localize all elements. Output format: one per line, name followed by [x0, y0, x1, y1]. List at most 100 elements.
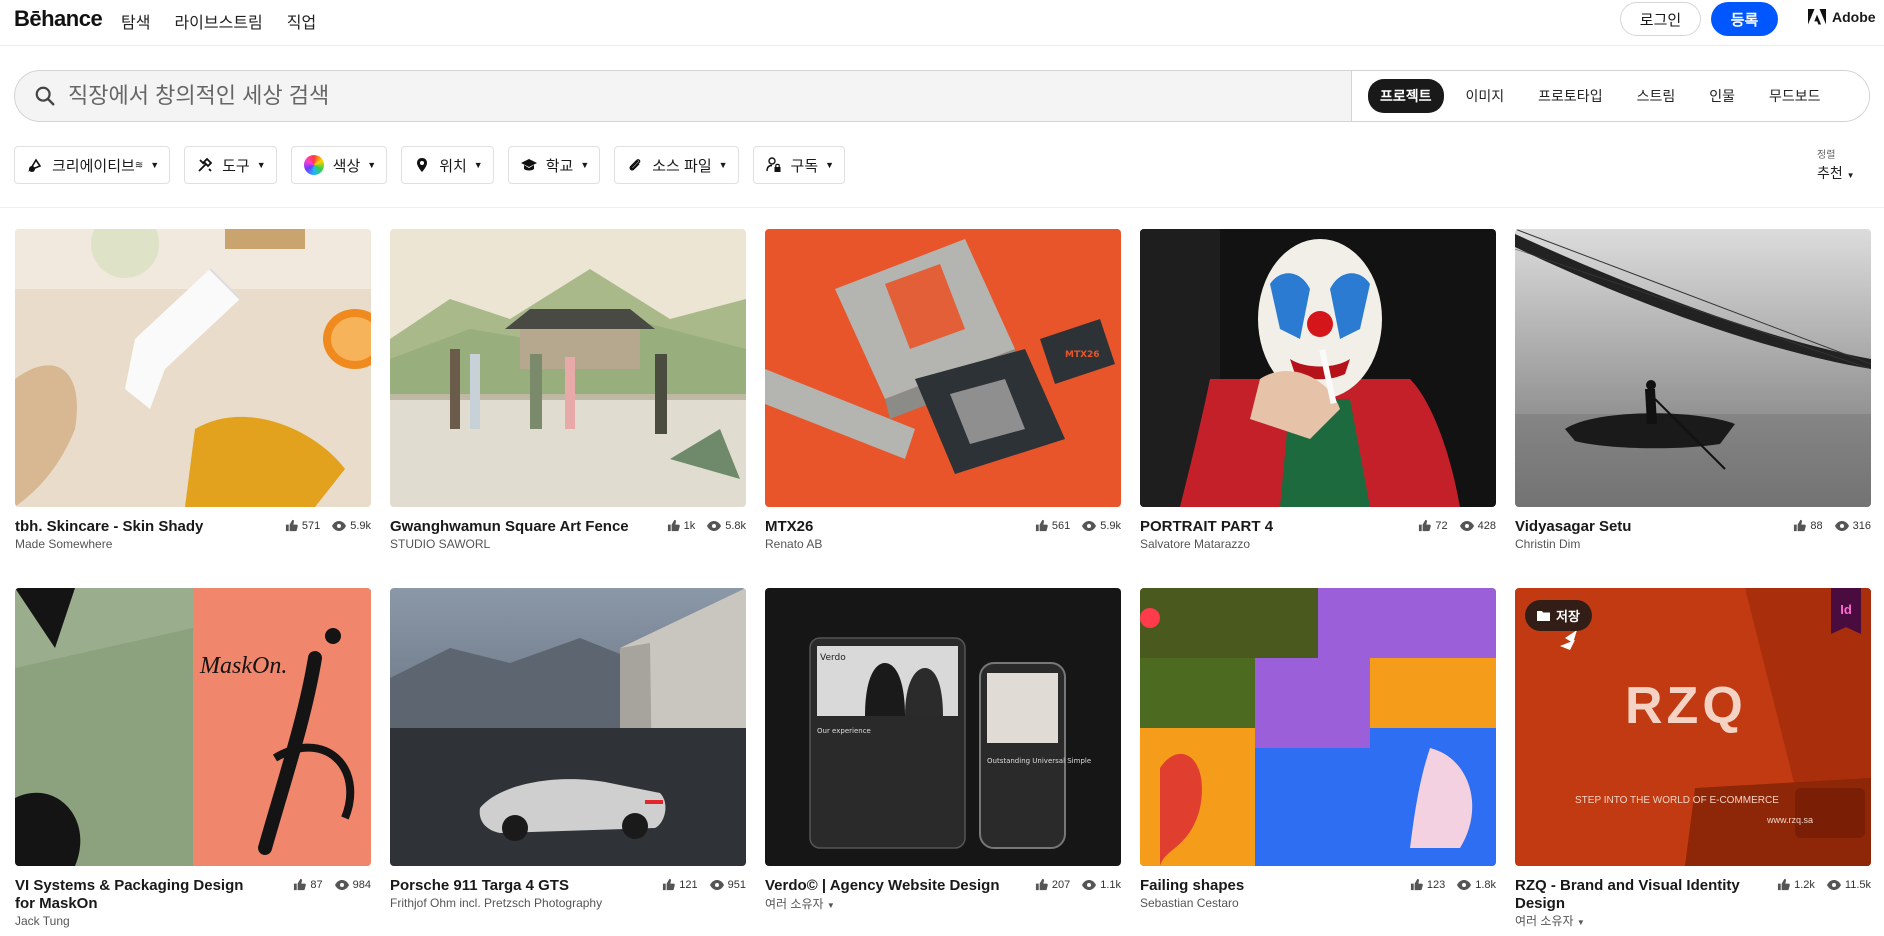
- filter-school[interactable]: 학교 ▼: [507, 146, 601, 184]
- thumbnail-image: MTX26: [765, 229, 1121, 507]
- project-owner[interactable]: Christin Dim: [1515, 537, 1580, 551]
- views-stat: 5.8k: [707, 520, 746, 532]
- tab-moodboards[interactable]: 무드보드: [1757, 79, 1833, 113]
- project-card[interactable]: Gwanghwamun Square Art Fence STUDIO SAWO…: [390, 229, 746, 551]
- project-card[interactable]: Porsche 911 Targa 4 GTS Frithjof Ohm inc…: [390, 588, 746, 910]
- likes-stat: 1.2k: [1777, 878, 1815, 891]
- project-card[interactable]: MTX26 MTX26 Renato AB 561 5.9k: [765, 229, 1121, 551]
- eye-icon: [1459, 520, 1474, 531]
- signup-button[interactable]: 등록: [1711, 2, 1778, 36]
- nav-jobs[interactable]: 직업: [287, 9, 316, 33]
- nav-explore[interactable]: 탐색: [121, 9, 150, 33]
- project-thumbnail[interactable]: [15, 229, 371, 507]
- project-title[interactable]: Verdo© | Agency Website Design: [765, 877, 1015, 895]
- project-title[interactable]: Vidyasagar Setu: [1515, 518, 1765, 536]
- project-thumbnail[interactable]: [390, 588, 746, 866]
- save-button[interactable]: 저장: [1525, 600, 1592, 631]
- project-title[interactable]: RZQ - Brand and Visual Identity Design: [1515, 877, 1765, 913]
- project-thumbnail[interactable]: MaskOn.: [15, 588, 371, 866]
- project-card[interactable]: tbh. Skincare - Skin Shady Made Somewher…: [15, 229, 371, 551]
- thumbs-up-icon: [285, 519, 298, 532]
- filter-school-label: 학교: [545, 157, 574, 175]
- likes-count: 72: [1435, 519, 1448, 532]
- eye-icon: [332, 520, 347, 531]
- project-thumbnail[interactable]: [1140, 229, 1496, 507]
- likes-count: 87: [310, 878, 323, 891]
- likes-stat: 88: [1793, 519, 1823, 532]
- filter-color[interactable]: 색상 ▼: [290, 146, 388, 184]
- project-owner[interactable]: STUDIO SAWORL: [390, 537, 490, 551]
- tab-images[interactable]: 이미지: [1454, 79, 1517, 113]
- project-card[interactable]: MaskOn. VI Systems & Packaging Design fo…: [15, 588, 371, 928]
- project-owner[interactable]: Made Somewhere: [15, 537, 112, 551]
- project-card[interactable]: PORTRAIT PART 4 Salvatore Matarazzo 72 4…: [1140, 229, 1496, 551]
- filter-source-files[interactable]: 소스 파일 ▼: [614, 146, 739, 184]
- project-title[interactable]: Gwanghwamun Square Art Fence: [390, 518, 640, 536]
- thumbs-up-icon: [294, 878, 307, 891]
- nav-livestream[interactable]: 라이브스트림: [174, 9, 262, 33]
- project-title[interactable]: Failing shapes: [1140, 877, 1390, 895]
- owner-label: 여러 소유자: [1515, 914, 1574, 928]
- project-thumbnail[interactable]: RZQ STEP INTO THE WORLD OF E-COMMERCE ww…: [1515, 588, 1871, 866]
- tab-people[interactable]: 인물: [1697, 79, 1747, 113]
- project-thumbnail[interactable]: [1140, 588, 1496, 866]
- thumbs-up-icon: [1035, 878, 1048, 891]
- person-lock-icon: [765, 157, 781, 172]
- project-title[interactable]: VI Systems & Packaging Design for MaskOn: [15, 877, 265, 913]
- project-thumbnail[interactable]: MTX26: [765, 229, 1121, 507]
- main-nav: 탐색 라이브스트림 직업: [121, 9, 316, 33]
- project-title[interactable]: Porsche 911 Targa 4 GTS: [390, 877, 640, 895]
- login-button[interactable]: 로그인: [1620, 2, 1701, 36]
- project-owner[interactable]: Salvatore Matarazzo: [1140, 537, 1250, 551]
- adobe-label: Adobe: [1832, 9, 1876, 25]
- eye-icon: [1457, 879, 1472, 890]
- adobe-link[interactable]: Adobe: [1808, 9, 1876, 25]
- chevron-down-icon: ▼: [473, 160, 483, 170]
- mtx-box-label: MTX26: [1065, 350, 1100, 360]
- views-count: 1.8k: [1475, 878, 1496, 891]
- chevron-down-icon: ▼: [826, 901, 835, 910]
- filter-subscription[interactable]: 구독 ▼: [752, 146, 846, 184]
- project-title[interactable]: MTX26: [765, 518, 1015, 536]
- project-thumbnail[interactable]: [1515, 229, 1871, 507]
- sort-dropdown[interactable]: 정렬 추천 ▼: [1817, 146, 1855, 183]
- project-owner[interactable]: Renato AB: [765, 537, 822, 551]
- project-owner[interactable]: Jack Tung: [15, 914, 70, 928]
- project-card[interactable]: Vidyasagar Setu Christin Dim 88 316: [1515, 229, 1871, 551]
- project-meta: tbh. Skincare - Skin Shady Made Somewher…: [15, 507, 371, 551]
- project-title[interactable]: PORTRAIT PART 4: [1140, 518, 1390, 536]
- project-stats: 561 5.9k: [1035, 519, 1121, 532]
- project-owner-multiple[interactable]: 여러 소유자 ▼: [1515, 912, 1585, 929]
- eye-icon: [1834, 520, 1849, 531]
- chevron-down-icon: ▼: [367, 160, 377, 170]
- behance-logo[interactable]: Bēhance: [14, 6, 103, 32]
- project-title[interactable]: tbh. Skincare - Skin Shady: [15, 518, 265, 536]
- project-owner-multiple[interactable]: 여러 소유자 ▼: [765, 895, 835, 912]
- owner-label: 여러 소유자: [765, 897, 824, 911]
- filter-creative-fields[interactable]: 크리에이티브 ≋ ▼: [14, 146, 171, 184]
- tab-prototypes[interactable]: 프로토타입: [1526, 79, 1614, 113]
- likes-stat: 72: [1418, 519, 1448, 532]
- project-card[interactable]: Verdo Our experience Outstanding Univers…: [765, 588, 1121, 911]
- views-count: 5.8k: [725, 519, 746, 532]
- thumbs-up-icon: [1794, 519, 1807, 532]
- project-card[interactable]: Failing shapes Sebastian Cestaro 123 1.8…: [1140, 588, 1496, 910]
- tab-projects[interactable]: 프로젝트: [1368, 79, 1444, 113]
- filter-location[interactable]: 위치 ▼: [401, 146, 494, 184]
- rzq-logo: RZQ: [1625, 677, 1747, 735]
- project-owner[interactable]: Sebastian Cestaro: [1140, 896, 1239, 910]
- likes-count: 1.2k: [1794, 878, 1815, 891]
- project-meta: MTX26 Renato AB 561 5.9k: [765, 507, 1121, 551]
- tools-icon: [198, 157, 213, 172]
- project-card[interactable]: RZQ STEP INTO THE WORLD OF E-COMMERCE ww…: [1515, 588, 1871, 928]
- eye-icon: [334, 879, 349, 890]
- project-thumbnail[interactable]: [390, 229, 746, 507]
- tab-streams[interactable]: 스트림: [1625, 79, 1688, 113]
- indesign-badge: Id: [1831, 588, 1861, 634]
- likes-count: 571: [301, 519, 321, 532]
- filter-tools[interactable]: 도구 ▼: [184, 146, 277, 184]
- search-input[interactable]: [68, 71, 1108, 121]
- project-thumbnail[interactable]: Verdo Our experience Outstanding Univers…: [765, 588, 1121, 866]
- project-owner[interactable]: Frithjof Ohm incl. Pretzsch Photography: [390, 896, 602, 910]
- views-stat: 5.9k: [1082, 520, 1121, 532]
